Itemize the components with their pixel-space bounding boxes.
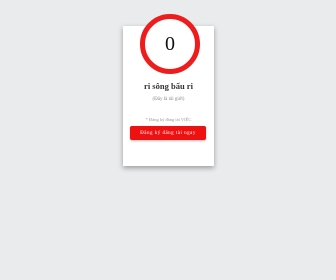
card-title: ri sông bấu ri	[144, 81, 193, 91]
counter-circle: 0	[140, 14, 200, 74]
counter-value: 0	[165, 33, 175, 55]
register-button[interactable]: Đăng ký đăng tài ngay	[130, 126, 206, 140]
card-note: * Đăng ký đăng tài VIỆC	[145, 117, 192, 122]
card-subtitle: (Đây là tài giới)	[152, 97, 185, 102]
page-stage: 0 ri sông bấu ri (Đây là tài giới) * Đăn…	[0, 0, 336, 280]
